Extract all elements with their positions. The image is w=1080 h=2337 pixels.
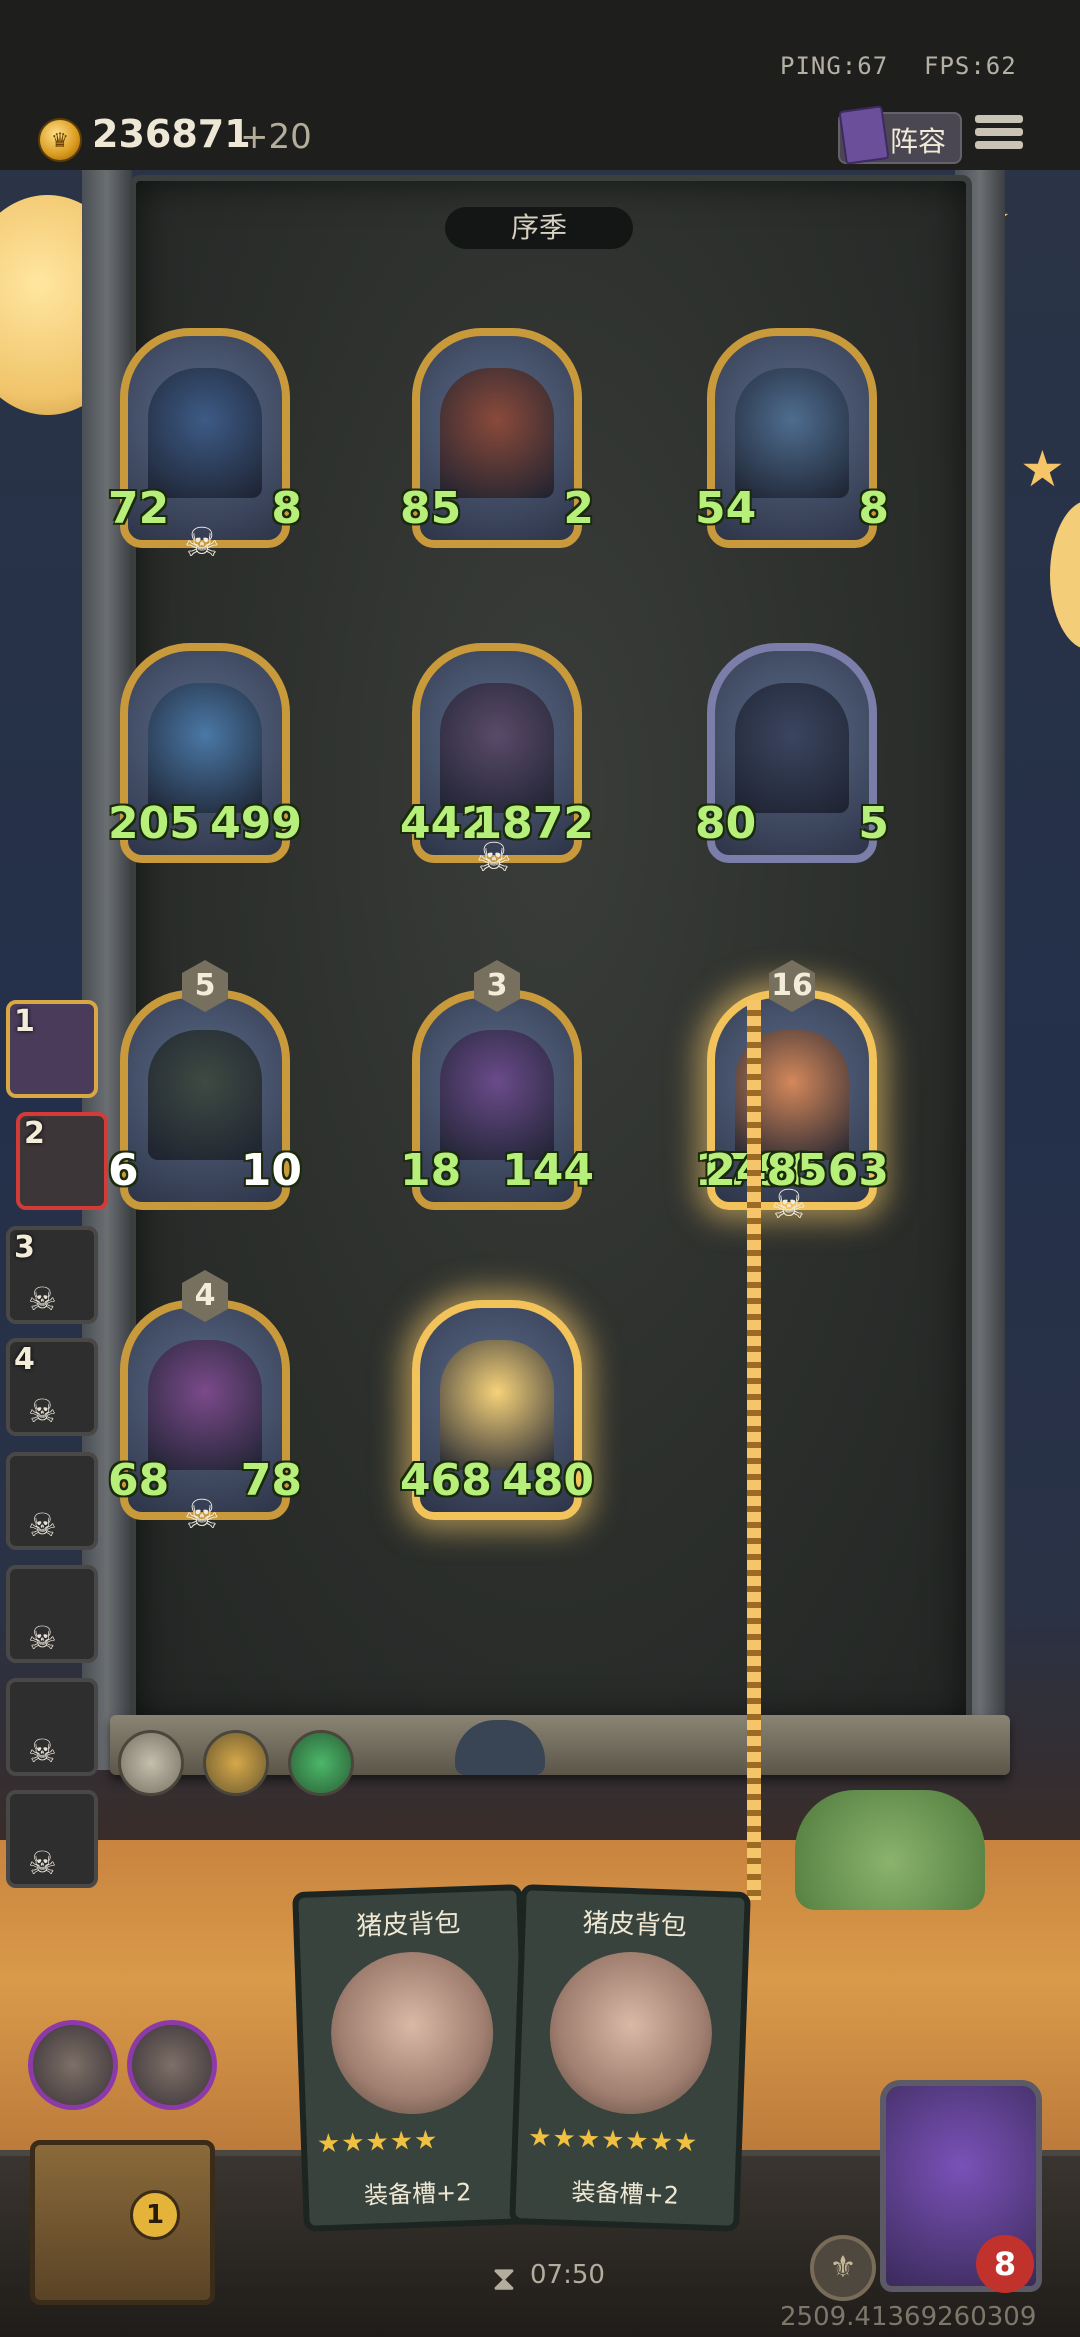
unit-card[interactable]: 4 68 78 ☠ — [108, 1270, 302, 1538]
crab-creature — [795, 1790, 985, 1910]
ping-readout: PING:67 — [780, 52, 889, 80]
roster-slot[interactable]: 2 — [16, 1112, 108, 1210]
unit-health: 2 — [563, 483, 594, 534]
unit-health: 78 — [240, 1455, 302, 1506]
unit-health: 8 — [858, 483, 889, 534]
unit-card[interactable]: 468 480 — [400, 1300, 594, 1520]
hamburger-menu-icon[interactable] — [975, 110, 1023, 160]
hero-power-icon[interactable]: ⚜ — [810, 2235, 876, 2301]
unit-portrait — [148, 368, 262, 498]
unit-portrait — [440, 683, 554, 813]
card-stars: ★★★★★★★ — [527, 2122, 699, 2159]
gold-chain — [747, 1000, 761, 1900]
roster-slot[interactable]: 3 ☠ — [6, 1226, 98, 1324]
unit-attack: 6 — [108, 1145, 139, 1196]
unit-card[interactable]: 85 2 — [400, 328, 594, 548]
card-description: 装备槽+2 — [571, 2178, 680, 2210]
shelf-token[interactable] — [288, 1730, 354, 1796]
unit-health: 499 — [210, 798, 302, 849]
round-timer: 07:50 — [530, 2260, 605, 2290]
card-stars: ★★★★★ — [316, 2125, 439, 2160]
hourglass-icon: ⧗ — [492, 2259, 516, 2299]
card-title: 猪皮背包 — [582, 1908, 688, 1942]
skull-icon: ☠ — [184, 1492, 220, 1538]
roster-slot[interactable]: ☠ — [6, 1790, 98, 1888]
season-label: 序季 — [445, 207, 633, 249]
unit-attack: 80 — [695, 798, 757, 849]
skull-icon: ☠ — [28, 1280, 57, 1318]
skull-icon: ☠ — [476, 835, 512, 881]
skull-icon: ☠ — [28, 1619, 57, 1657]
unit-card[interactable]: 72 8 ☠ — [108, 328, 302, 566]
unit-health: 480 — [502, 1455, 594, 1506]
unit-attack: 468 — [400, 1455, 492, 1506]
unit-portrait — [735, 683, 849, 813]
card-description: 装备槽+2 — [363, 2178, 472, 2210]
skull-icon: ☠ — [28, 1506, 57, 1544]
hero-hp: 8 — [976, 2235, 1034, 2293]
pig-backpack-icon — [547, 1949, 715, 2117]
roster-number: 2 — [24, 1116, 45, 1151]
player-avatar[interactable] — [28, 2020, 118, 2110]
unit-card[interactable]: 80 5 — [695, 643, 889, 863]
unit-attack: 85 — [400, 483, 462, 534]
skull-icon: ☠ — [771, 1182, 807, 1228]
fps-readout: FPS:62 — [924, 52, 1017, 80]
unit-portrait — [735, 368, 849, 498]
unit-health: 5 — [858, 798, 889, 849]
lineup-book-icon — [838, 105, 890, 165]
roster-number: 3 — [14, 1230, 35, 1265]
skull-icon: ☠ — [28, 1392, 57, 1430]
unit-portrait — [148, 683, 262, 813]
coin-bonus: +20 — [240, 117, 312, 157]
seed-readout: 2509.41369260309 — [780, 2302, 1037, 2332]
unit-attack: 68 — [108, 1455, 170, 1506]
shelf-token[interactable] — [203, 1730, 269, 1796]
roster-slot[interactable]: 1 — [6, 1000, 98, 1098]
unit-portrait — [440, 368, 554, 498]
treasure-chest[interactable] — [30, 2140, 215, 2305]
unit-card[interactable]: 54 8 — [695, 328, 889, 548]
unit-attack: 205 — [108, 798, 200, 849]
unit-card[interactable]: 5 6 10 — [108, 960, 302, 1210]
roster-number: 4 — [14, 1342, 35, 1377]
unit-portrait — [148, 1030, 262, 1160]
roster-slot[interactable]: ☠ — [6, 1678, 98, 1776]
chest-count: 1 — [130, 2190, 180, 2240]
skull-icon: ☠ — [184, 520, 220, 566]
skull-icon: ☠ — [28, 1844, 57, 1882]
unit-health: 144 — [502, 1145, 594, 1196]
unit-portrait — [440, 1030, 554, 1160]
roster-slot[interactable]: ☠ — [6, 1452, 98, 1550]
unit-health: 8 — [271, 483, 302, 534]
coin-amount: 236871 — [92, 112, 251, 156]
unit-card[interactable]: 161790248563☠ — [695, 960, 889, 1228]
star-decoration: ★ — [1020, 440, 1065, 498]
player-avatar[interactable] — [127, 2020, 217, 2110]
shelf-token[interactable] — [118, 1730, 184, 1796]
unit-attack: 72 — [108, 483, 170, 534]
card-title: 猪皮背包 — [355, 1908, 461, 1942]
roster-slot[interactable]: ☠ — [6, 1565, 98, 1663]
unit-card[interactable]: 205 499 — [108, 643, 302, 863]
unit-attack: 18 — [400, 1145, 462, 1196]
unit-portrait — [440, 1340, 554, 1470]
unit-portrait — [148, 1340, 262, 1470]
unit-card[interactable]: 3 18 144 — [400, 960, 594, 1210]
unit-health: 10 — [240, 1145, 302, 1196]
roster-number: 1 — [14, 1004, 35, 1039]
crown-coin-icon: ♛ — [38, 118, 82, 162]
skull-icon: ☠ — [28, 1732, 57, 1770]
unit-attack: 54 — [695, 483, 757, 534]
roster-slot[interactable]: 4 ☠ — [6, 1338, 98, 1436]
hand-card[interactable]: 猪皮背包 ★★★★★ 装备槽+2 — [292, 1884, 534, 2232]
unit-card[interactable]: 442 1872 ☠ — [400, 643, 594, 881]
lineup-label: 阵容 — [890, 125, 947, 158]
pig-backpack-icon — [328, 1949, 496, 2117]
hand-card[interactable]: 猪皮背包 ★★★★★★★ 装备槽+2 — [509, 1884, 751, 2232]
